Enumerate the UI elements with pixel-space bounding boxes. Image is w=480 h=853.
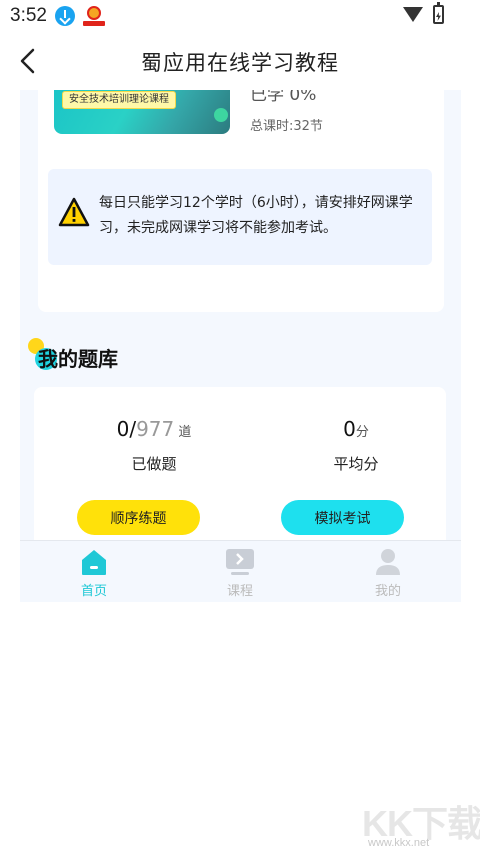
- app-notification-icon: [83, 5, 105, 27]
- course-thumbnail-label: 安全技术培训理论课程: [62, 91, 176, 109]
- average-score: 0分: [276, 417, 436, 443]
- user-icon: [376, 549, 400, 575]
- status-bar: 3:52: [0, 0, 480, 32]
- section-title: 我的题库: [38, 347, 118, 371]
- play-icon: [214, 108, 228, 122]
- done-count-value: 0/: [116, 417, 137, 441]
- total-count-value: 977: [136, 417, 175, 441]
- wifi-icon: [403, 7, 423, 22]
- course-thumbnail[interactable]: 安全技术培训理论课程: [54, 90, 230, 134]
- watermark: KK下载 www.kkx.net: [362, 795, 480, 853]
- battery-charging-icon: [433, 2, 444, 24]
- course-play-icon: [226, 549, 254, 575]
- done-count: 0/977 道: [74, 417, 234, 443]
- nav-item-mine[interactable]: 我的: [358, 547, 418, 599]
- notice-text: 每日只能学习12个学时（6小时），请安排好网课学习，未完成网课学习将不能参加考试…: [99, 195, 413, 236]
- main-content[interactable]: 安全技术培训理论课程 已学 0% 总课时:32节 每日只能学习12个学时（6小时…: [20, 90, 461, 540]
- course-card[interactable]: 安全技术培训理论课程 已学 0% 总课时:32节 每日只能学习12个学时（6小时…: [38, 90, 444, 312]
- done-questions-stat: 0/977 道 已做题: [74, 417, 234, 474]
- nav-item-course[interactable]: 课程: [210, 547, 270, 599]
- average-score-stat: 0分 平均分: [276, 417, 436, 474]
- nav-item-home[interactable]: 首页: [64, 547, 124, 599]
- score-unit: 分: [355, 425, 369, 440]
- nav-label-mine: 我的: [374, 584, 401, 599]
- learned-progress: 已学 0%: [250, 90, 317, 105]
- count-unit: 道: [174, 425, 192, 440]
- download-icon: [55, 6, 75, 26]
- notice-box: 每日只能学习12个学时（6小时），请安排好网课学习，未完成网课学习将不能参加考试…: [48, 169, 432, 265]
- page-title: 蜀应用在线学习教程: [141, 51, 339, 75]
- nav-label-home: 首页: [80, 584, 107, 599]
- total-hours: 总课时:32节: [250, 119, 323, 134]
- nav-label-course: 课程: [226, 584, 253, 599]
- bottom-nav: 首页 课程 我的: [20, 540, 461, 602]
- average-score-value: 0: [343, 417, 356, 441]
- status-time: 3:52: [10, 5, 47, 26]
- watermark-url: www.kkx.net: [368, 837, 430, 849]
- warning-triangle-icon: [58, 197, 90, 227]
- home-icon: [82, 550, 106, 575]
- question-bank-card: 0/977 道 已做题 0分 平均分 顺序练题 模拟考试: [34, 387, 446, 540]
- average-label: 平均分: [333, 455, 379, 473]
- done-label: 已做题: [131, 455, 177, 473]
- sequential-practice-button[interactable]: 顺序练题: [77, 500, 200, 535]
- header: 蜀应用在线学习教程: [0, 32, 480, 90]
- mock-exam-button[interactable]: 模拟考试: [281, 500, 404, 535]
